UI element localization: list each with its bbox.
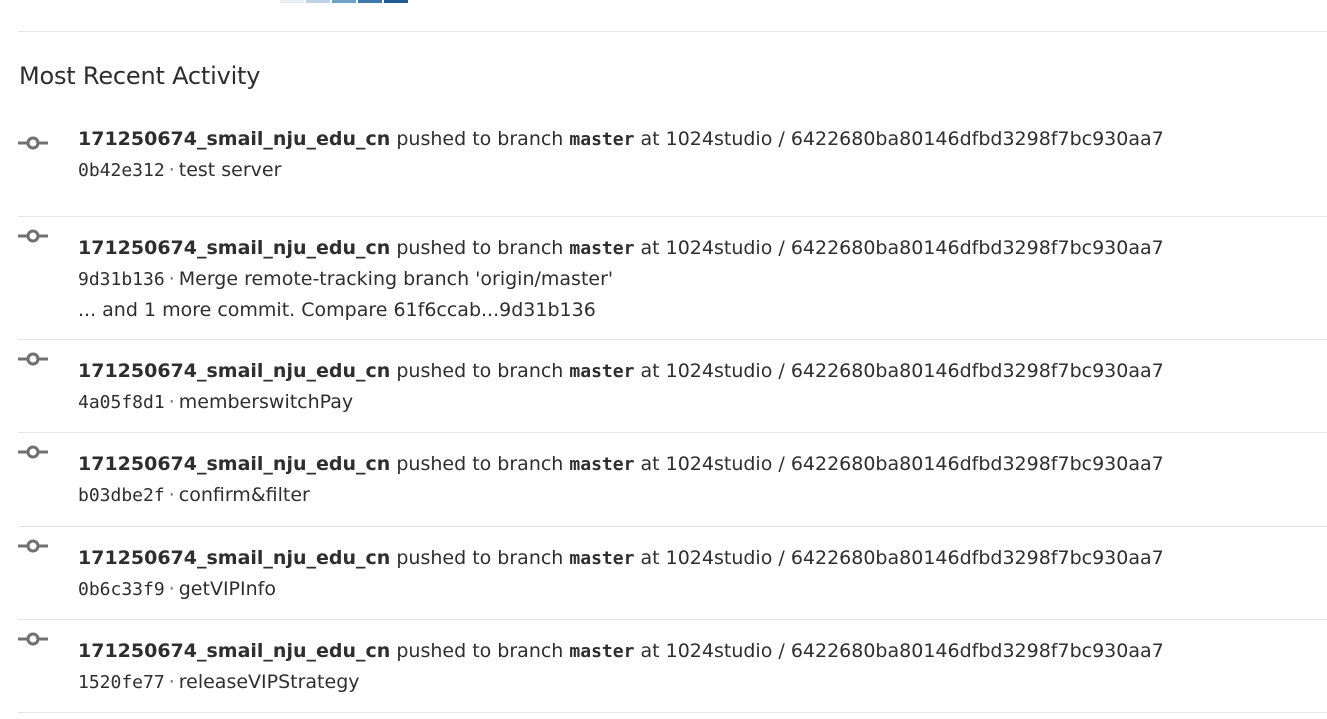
section-title: Most Recent Activity [19,62,261,90]
event-at: at [640,360,660,382]
separator: · [168,391,175,413]
activity-event: 171250674_smail_nju_edu_cn pushed to bra… [18,620,1327,713]
activity-event: 171250674_smail_nju_edu_cn pushed to bra… [18,433,1327,527]
event-title: 171250674_smail_nju_edu_cn pushed to bra… [78,449,1327,480]
project-link[interactable]: 1024studio / 6422680ba80146dfbd3298f7bc9… [666,547,1164,569]
commit-sha-link[interactable]: b03dbe2f [78,485,165,506]
contribution-strip [280,0,408,3]
event-action: pushed to branch [396,237,564,259]
activity-feed: 171250674_smail_nju_edu_cn pushed to bra… [18,124,1327,713]
branch-link[interactable]: master [569,361,634,382]
commit-message: releaseVIPStrategy [178,671,360,693]
commit-message: Merge remote-tracking branch 'origin/mas… [178,268,614,290]
event-at: at [640,640,660,662]
contribution-cell [280,0,304,3]
commit-icon [18,631,48,646]
project-link[interactable]: 1024studio / 6422680ba80146dfbd3298f7bc9… [666,360,1164,382]
commit-icon [18,351,48,366]
event-action: pushed to branch [396,547,564,569]
separator: · [168,578,175,600]
commit-sha-link[interactable]: 1520fe77 [78,672,165,693]
commit-sha-link[interactable]: 9d31b136 [78,269,165,290]
user-link[interactable]: 171250674_smail_nju_edu_cn [78,640,390,662]
event-title: 171250674_smail_nju_edu_cn pushed to bra… [78,124,1327,155]
commit-icon [18,538,48,553]
user-link[interactable]: 171250674_smail_nju_edu_cn [78,453,390,475]
project-link[interactable]: 1024studio / 6422680ba80146dfbd3298f7bc9… [666,237,1164,259]
branch-link[interactable]: master [569,238,634,259]
user-link[interactable]: 171250674_smail_nju_edu_cn [78,128,390,150]
contribution-cell [384,0,408,3]
commit-message: getVIPInfo [178,578,276,600]
commit-message: test server [178,159,282,181]
contribution-cell [332,0,356,3]
commit-line: 4a05f8d1 · memberswitchPay [78,387,1327,418]
commit-sha-link[interactable]: 0b6c33f9 [78,579,165,600]
event-at: at [640,128,660,150]
contribution-cell [306,0,330,3]
commit-icon [18,135,48,150]
commit-line: b03dbe2f · confirm&filter [78,480,1327,511]
event-title: 171250674_smail_nju_edu_cn pushed to bra… [78,543,1327,574]
commit-line: 0b42e312 · test server [78,155,1327,186]
more-commits-text: ... and 1 more commit. [78,299,296,321]
event-at: at [640,547,660,569]
user-link[interactable]: 171250674_smail_nju_edu_cn [78,547,390,569]
user-link[interactable]: 171250674_smail_nju_edu_cn [78,237,390,259]
project-link[interactable]: 1024studio / 6422680ba80146dfbd3298f7bc9… [666,128,1164,150]
separator: · [168,159,175,181]
branch-link[interactable]: master [569,129,634,150]
user-link[interactable]: 171250674_smail_nju_edu_cn [78,360,390,382]
activity-event: 171250674_smail_nju_edu_cn pushed to bra… [18,124,1327,217]
event-action: pushed to branch [396,360,564,382]
compare-link[interactable]: Compare 61f6ccab...9d31b136 [301,299,596,321]
event-title: 171250674_smail_nju_edu_cn pushed to bra… [78,356,1327,387]
event-at: at [640,237,660,259]
event-title: 171250674_smail_nju_edu_cn pushed to bra… [78,636,1327,667]
project-link[interactable]: 1024studio / 6422680ba80146dfbd3298f7bc9… [666,453,1164,475]
activity-event: 171250674_smail_nju_edu_cn pushed to bra… [18,217,1327,340]
project-link[interactable]: 1024studio / 6422680ba80146dfbd3298f7bc9… [666,640,1164,662]
commit-icon [18,228,48,243]
branch-link[interactable]: master [569,548,634,569]
event-title: 171250674_smail_nju_edu_cn pushed to bra… [78,233,1327,264]
commit-message: memberswitchPay [178,391,354,413]
commit-line: 1520fe77 · releaseVIPStrategy [78,667,1327,698]
activity-event: 171250674_smail_nju_edu_cn pushed to bra… [18,340,1327,433]
separator: · [168,268,175,290]
more-commits-line: ... and 1 more commit. Compare 61f6ccab.… [78,295,1327,326]
commit-sha-link[interactable]: 0b42e312 [78,160,165,181]
branch-link[interactable]: master [569,641,634,662]
separator: · [168,484,175,506]
commit-message: confirm&filter [178,484,310,506]
event-action: pushed to branch [396,640,564,662]
commit-line: 9d31b136 · Merge remote-tracking branch 'o… [78,264,1327,295]
commit-sha-link[interactable]: 4a05f8d1 [78,392,165,413]
activity-event: 171250674_smail_nju_edu_cn pushed to bra… [18,527,1327,620]
event-action: pushed to branch [396,128,564,150]
commit-line: 0b6c33f9 · getVIPInfo [78,574,1327,605]
commit-icon [18,444,48,459]
event-action: pushed to branch [396,453,564,475]
separator: · [168,671,175,693]
event-at: at [640,453,660,475]
contribution-cell [358,0,382,3]
branch-link[interactable]: master [569,454,634,475]
divider [18,31,1327,32]
